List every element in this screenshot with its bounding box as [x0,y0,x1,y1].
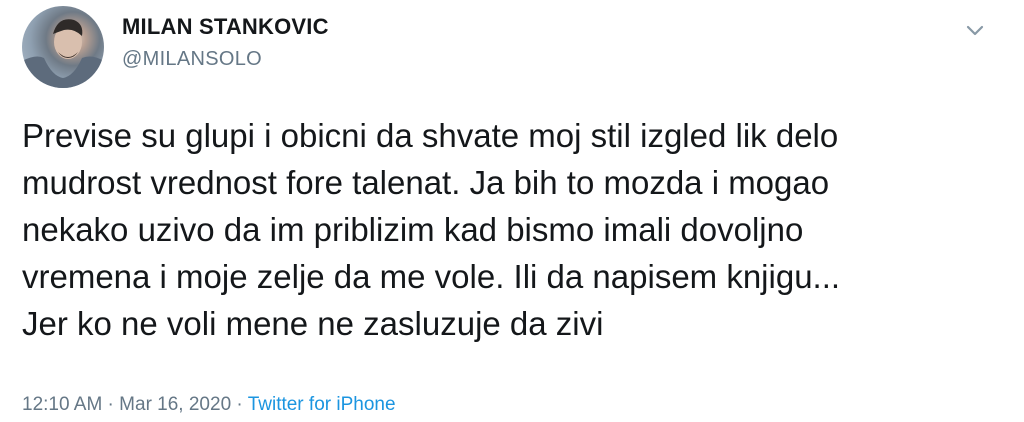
meta-separator: · [102,394,120,415]
tweet-meta: 12:10 AM · Mar 16, 2020 · Twitter for iP… [22,394,396,416]
author-name[interactable]: MILAN STANKOVIC [122,14,329,40]
author-handle[interactable]: @MILANSOLO [122,48,262,71]
avatar-image [22,19,104,88]
chevron-down-icon[interactable] [964,22,986,40]
tweet-text: Previse su glupi i obicni da shvate moj … [22,117,841,342]
tweet-card: MILAN STANKOVIC @MILANSOLO Previse su gl… [0,0,1024,422]
meta-separator: · [231,394,248,415]
avatar[interactable] [22,6,104,88]
tweet-time[interactable]: 12:10 AM [22,394,102,415]
tweet-date[interactable]: Mar 16, 2020 [119,394,231,415]
tweet-source-link[interactable]: Twitter for iPhone [248,394,396,415]
